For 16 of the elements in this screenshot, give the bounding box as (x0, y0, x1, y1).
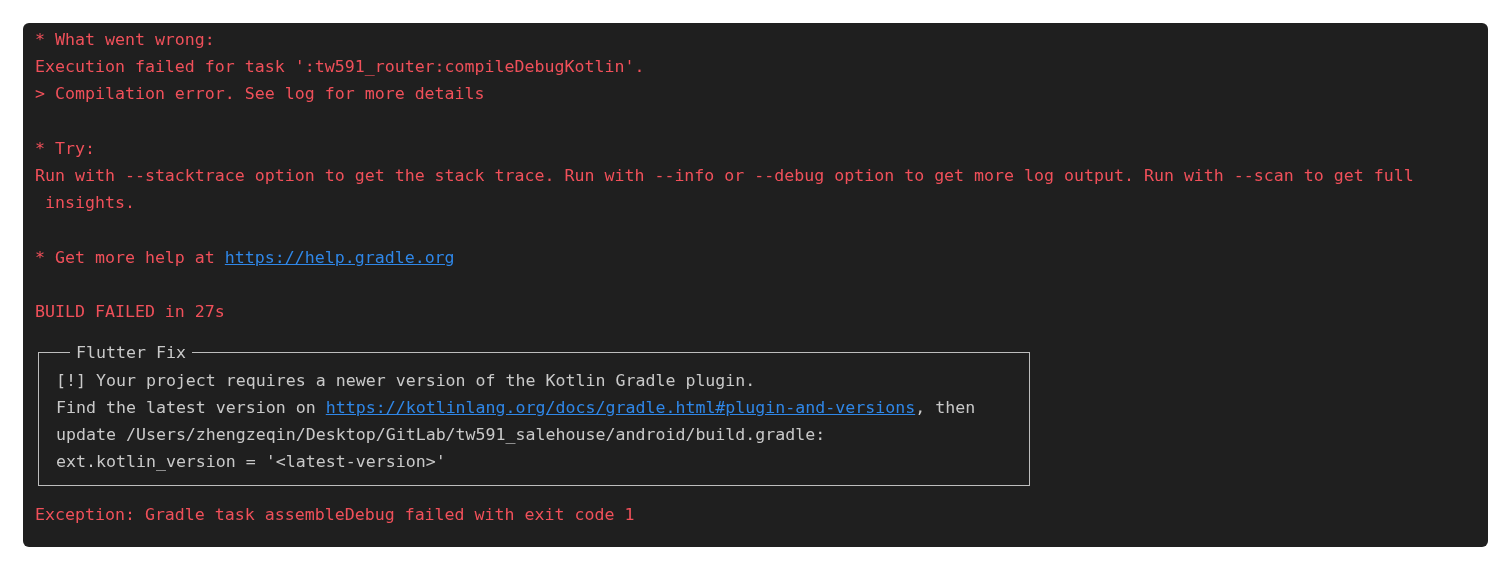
output-line: > Compilation error. See log for more details (35, 83, 486, 106)
url-link[interactable]: https://help.gradle.org (224, 243, 455, 271)
output-line: Run with --stacktrace option to get the stack trace. Run with --info or --debug option to get more log output. Run with --scan to get full insights. (35, 165, 1415, 215)
box-title: Flutter Fix (75, 342, 187, 365)
output-line: Exception: Gradle task assembleDebug failed with exit code 1 (35, 503, 636, 526)
output-line: * Get more help at (35, 246, 216, 269)
output-line: Find the latest version on (56, 396, 317, 419)
output-line: * What went wrong: (35, 29, 216, 51)
output-line: [!] Your project requires a newer version of the Kotlin Gradle plugin. (56, 369, 757, 392)
output-line: Execution failed for task ':tw591_router:compileDebugKotlin'. (35, 56, 646, 79)
output-line: BUILD FAILED in 27s (35, 301, 226, 323)
output-line: , then (915, 396, 976, 419)
output-line: update /Users/zhengzeqin/Desktop/GitLab/tw591_salehouse/android/build.gradle: (56, 424, 827, 446)
output-line: * Try: (35, 137, 96, 160)
url-link[interactable]: https://kotlinlang.org/docs/gradle.html#plugin-and-versions (325, 393, 916, 421)
output-line: ext.kotlin_version = '<latest-version>' (56, 451, 447, 474)
